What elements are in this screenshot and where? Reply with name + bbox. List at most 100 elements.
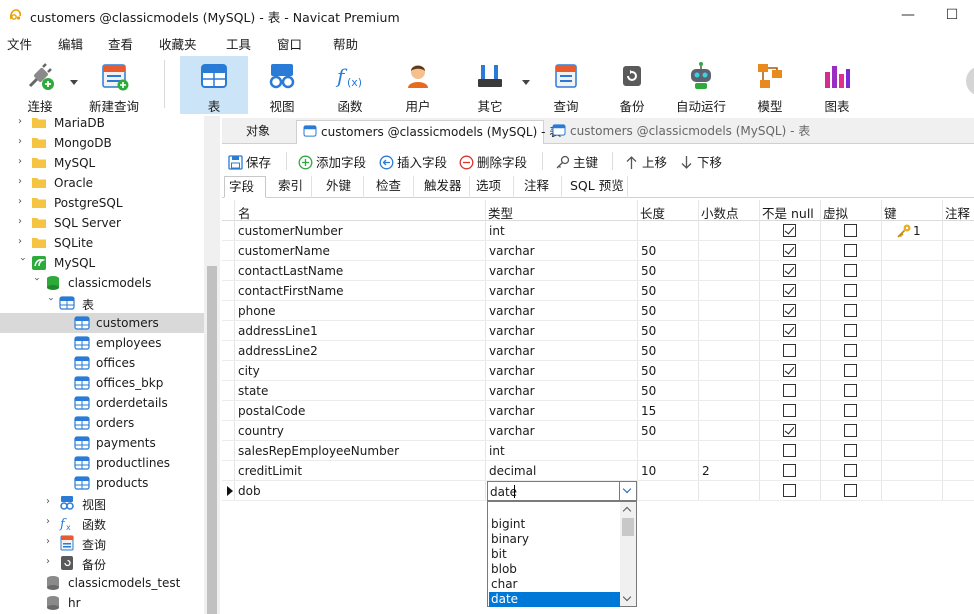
field-length-cell[interactable]: 15 [641, 404, 656, 418]
type-dropdown-list[interactable]: bigint binary bit blob char date [487, 501, 637, 607]
col-header-comment[interactable]: 注释 [945, 203, 970, 222]
type-option-binary[interactable]: binary [489, 532, 620, 547]
field-name-cell[interactable]: phone [238, 304, 276, 318]
type-option-char[interactable]: char [489, 577, 620, 592]
add-field-button[interactable]: 添加字段 [298, 152, 366, 171]
tree-table-productlines[interactable]: productlines [0, 453, 204, 473]
chevron-right-icon[interactable]: › [18, 217, 28, 227]
user-avatar[interactable] [966, 66, 974, 96]
field-row[interactable]: postalCode varchar 15 [222, 401, 974, 421]
tree-group-backups[interactable]: › 备份 [0, 553, 204, 573]
field-type-cell[interactable]: varchar [489, 284, 535, 298]
field-row[interactable]: customerName varchar 50 [222, 241, 974, 261]
field-type-cell[interactable]: varchar [489, 404, 535, 418]
tree-group-tables[interactable]: › 表 [0, 293, 204, 313]
chevron-down-icon[interactable]: › [31, 277, 42, 287]
tree-table-offices[interactable]: offices [0, 353, 204, 373]
tree-table-employees[interactable]: employees [0, 333, 204, 353]
sidebar-scrollbar[interactable] [204, 116, 220, 614]
view-button[interactable]: 视图 [254, 56, 310, 114]
field-name-cell[interactable]: addressLine1 [238, 324, 318, 338]
tree-table-customers[interactable]: customers [0, 313, 204, 333]
primary-key-button[interactable]: 主键 [555, 152, 598, 171]
virtual-checkbox[interactable] [844, 344, 857, 357]
tree-table-payments[interactable]: payments [0, 433, 204, 453]
automation-button[interactable]: 自动运行 [670, 56, 732, 114]
subtab-comment[interactable]: 注释 [520, 176, 562, 198]
subtab-indexes[interactable]: 索引 [274, 176, 312, 198]
field-length-cell[interactable]: 50 [641, 244, 656, 258]
subtab-options[interactable]: 选项 [472, 176, 514, 198]
insert-field-button[interactable]: 插入字段 [379, 152, 447, 171]
field-type-cell[interactable]: varchar [489, 324, 535, 338]
move-up-button[interactable]: 上移 [624, 152, 667, 171]
field-row[interactable]: salesRepEmployeeNumber int [222, 441, 974, 461]
menu-file[interactable]: 文件 [7, 34, 32, 53]
subtab-triggers[interactable]: 触发器 [420, 176, 470, 198]
virtual-checkbox[interactable] [844, 364, 857, 377]
virtual-checkbox[interactable] [844, 284, 857, 297]
tree-connection-mariadb[interactable]: › MariaDB [0, 116, 204, 133]
tree-group-views[interactable]: › 视图 [0, 493, 204, 513]
tree-table-products[interactable]: products [0, 473, 204, 493]
dropdown-scrollbar[interactable] [620, 502, 636, 606]
backup-button[interactable]: 备份 [604, 56, 660, 114]
scrollbar-thumb[interactable] [622, 518, 634, 536]
field-name-cell[interactable]: contactFirstName [238, 284, 344, 298]
not-null-checkbox[interactable] [783, 324, 796, 337]
chevron-right-icon[interactable]: › [18, 117, 28, 127]
field-name-cell[interactable]: customerName [238, 244, 330, 258]
tree-group-queries[interactable]: › 查询 [0, 533, 204, 553]
subtab-fields[interactable]: 字段 [224, 176, 266, 198]
field-row[interactable]: city varchar 50 [222, 361, 974, 381]
tab-customers-design[interactable]: customers @classicmodels (MySQL) - 表 [296, 120, 561, 144]
table-button[interactable]: 表 [180, 56, 248, 114]
user-button[interactable]: 用户 [390, 56, 446, 114]
menu-view[interactable]: 查看 [108, 34, 133, 53]
chevron-right-icon[interactable]: › [46, 517, 56, 527]
col-header-name[interactable]: 名 [238, 203, 251, 222]
chevron-right-icon[interactable]: › [46, 557, 56, 567]
not-null-checkbox[interactable] [783, 304, 796, 317]
model-button[interactable]: 模型 [742, 56, 798, 114]
field-row[interactable]: addressLine2 varchar 50 [222, 341, 974, 361]
type-option-blob[interactable]: blob [489, 562, 620, 577]
not-null-checkbox[interactable] [783, 264, 796, 277]
field-name-cell[interactable]: creditLimit [238, 464, 302, 478]
tree-connection-mongodb[interactable]: › MongoDB [0, 133, 204, 153]
field-length-cell[interactable]: 50 [641, 424, 656, 438]
tree-table-offices-bkp[interactable]: offices_bkp [0, 373, 204, 393]
field-type-cell[interactable]: varchar [489, 244, 535, 258]
not-null-checkbox[interactable] [783, 404, 796, 417]
menu-favorites[interactable]: 收藏夹 [159, 34, 197, 53]
not-null-checkbox[interactable] [783, 424, 796, 437]
move-down-button[interactable]: 下移 [679, 152, 722, 171]
field-length-cell[interactable]: 50 [641, 344, 656, 358]
field-decimals-cell[interactable]: 2 [702, 464, 710, 478]
field-name-cell[interactable]: addressLine2 [238, 344, 318, 358]
field-name-cell[interactable]: country [238, 424, 284, 438]
field-type-cell[interactable]: decimal [489, 464, 536, 478]
field-name-cell[interactable]: state [238, 384, 268, 398]
tree-connection-sqlserver[interactable]: › SQL Server [0, 213, 204, 233]
tree-database-classicmodels[interactable]: › classicmodels [0, 273, 204, 293]
scroll-up-icon[interactable] [622, 506, 632, 516]
field-row[interactable]: addressLine1 varchar 50 [222, 321, 974, 341]
col-header-virtual[interactable]: 虚拟 [823, 203, 848, 222]
tree-connection-oracle[interactable]: › Oracle [0, 173, 204, 193]
field-length-cell[interactable]: 50 [641, 384, 656, 398]
field-name-cell[interactable]: customerNumber [238, 224, 343, 238]
field-type-cell[interactable]: varchar [489, 344, 535, 358]
field-row[interactable]: country varchar 50 [222, 421, 974, 441]
field-name-cell[interactable]: contactLastName [238, 264, 343, 278]
chevron-right-icon[interactable]: › [46, 497, 56, 507]
tree-database-hr[interactable]: hr [0, 593, 204, 613]
tree-connection-postgresql[interactable]: › PostgreSQL [0, 193, 204, 213]
virtual-checkbox[interactable] [844, 384, 857, 397]
virtual-checkbox[interactable] [844, 304, 857, 317]
not-null-checkbox[interactable] [783, 444, 796, 457]
not-null-checkbox[interactable] [783, 284, 796, 297]
virtual-checkbox[interactable] [844, 404, 857, 417]
tree-connection-sqlite[interactable]: › SQLite [0, 233, 204, 253]
minimize-button[interactable]: — [888, 4, 928, 26]
